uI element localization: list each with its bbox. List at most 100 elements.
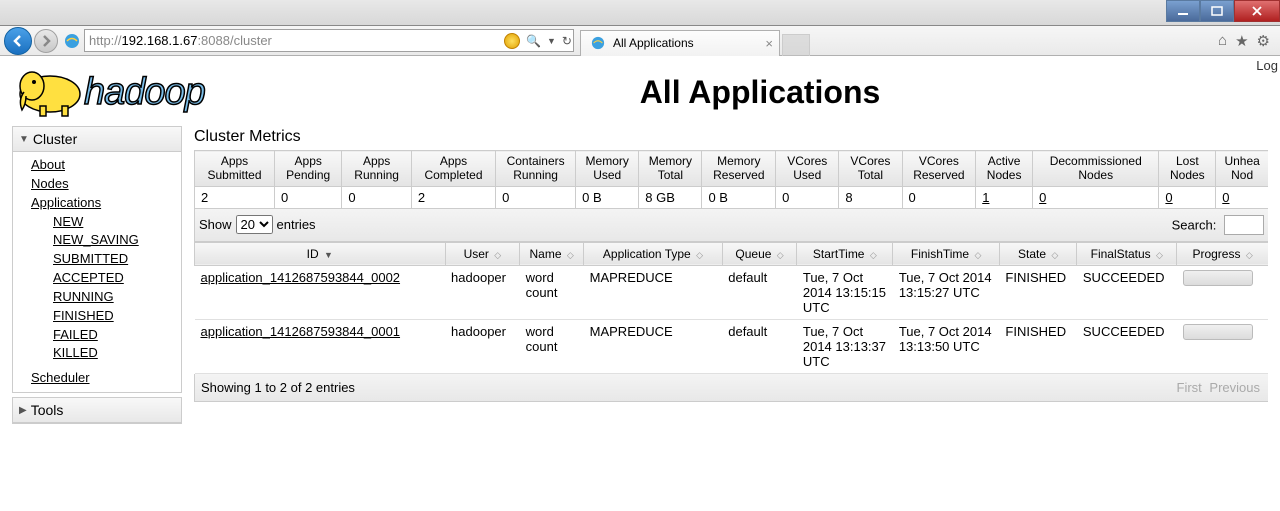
sidebar-link-state[interactable]: SUBMITTED: [53, 250, 181, 269]
app-finish: Tue, 7 Oct 2014 13:15:27 UTC: [893, 265, 1000, 319]
sidebar-link-state[interactable]: NEW_SAVING: [53, 231, 181, 250]
refresh-icon[interactable]: ↻: [562, 34, 572, 48]
sort-icon: ◇: [1051, 250, 1058, 260]
settings-icon[interactable]: ⚙: [1257, 32, 1270, 50]
sidebar-link-scheduler[interactable]: Scheduler: [31, 369, 181, 388]
app-state: FINISHED: [999, 265, 1076, 319]
apps-col-header[interactable]: StartTime ◇: [797, 242, 893, 265]
search-icon[interactable]: 🔍: [526, 34, 541, 48]
metrics-link[interactable]: 1: [982, 190, 989, 205]
sort-icon: ◇: [696, 250, 703, 260]
ie-icon: [591, 36, 605, 50]
apps-col-header[interactable]: Progress ◇: [1177, 242, 1268, 265]
metrics-value: 0: [1033, 186, 1159, 208]
pager-first[interactable]: First: [1177, 380, 1202, 395]
metrics-col-header: Decommissioned Nodes: [1033, 151, 1159, 187]
metrics-link[interactable]: 0: [1165, 190, 1172, 205]
favorites-icon[interactable]: ★: [1235, 32, 1248, 50]
metrics-col-header: Apps Running: [342, 151, 411, 187]
sort-desc-icon: ▼: [324, 250, 333, 260]
app-final: SUCCEEDED: [1077, 265, 1177, 319]
search-input[interactable]: [1224, 215, 1264, 235]
metrics-value: 8: [839, 186, 902, 208]
compat-icon[interactable]: [504, 33, 520, 49]
main-content: Cluster Metrics Apps SubmittedApps Pendi…: [194, 126, 1268, 402]
window-minimize-button[interactable]: [1166, 0, 1200, 22]
metrics-value: 0: [1159, 186, 1216, 208]
table-row: application_1412687593844_0001hadooperwo…: [195, 319, 1269, 373]
apps-col-header[interactable]: State ◇: [999, 242, 1076, 265]
metrics-col-header: Memory Reserved: [702, 151, 776, 187]
metrics-link[interactable]: 0: [1039, 190, 1046, 205]
progress-bar: [1183, 270, 1253, 286]
table-toolbar: Show 20 entries Search:: [194, 209, 1268, 242]
url-input[interactable]: http://192.168.1.67:8088/cluster: [84, 29, 574, 52]
apps-col-header[interactable]: User ◇: [445, 242, 520, 265]
app-id-link[interactable]: application_1412687593844_0002: [201, 270, 401, 285]
app-user: hadooper: [445, 265, 520, 319]
url-host: 192.168.1.67: [122, 33, 198, 48]
chevron-right-icon: ▶: [19, 405, 27, 416]
sidebar: ▼ Cluster About Nodes Applications NEW N…: [12, 126, 182, 428]
sidebar-head-label: Cluster: [33, 131, 77, 147]
metrics-value: 1: [976, 186, 1033, 208]
sidebar-head-tools[interactable]: ▶ Tools: [13, 398, 181, 423]
app-final: SUCCEEDED: [1077, 319, 1177, 373]
sidebar-link-about[interactable]: About: [31, 156, 181, 175]
app-queue: default: [722, 319, 797, 373]
metrics-col-header: Containers Running: [496, 151, 576, 187]
sort-icon: ◇: [777, 250, 784, 260]
app-state: FINISHED: [999, 319, 1076, 373]
sidebar-link-state[interactable]: KILLED: [53, 344, 181, 363]
sort-icon: ◇: [974, 250, 981, 260]
forward-button[interactable]: [34, 29, 58, 53]
sidebar-link-state[interactable]: ACCEPTED: [53, 269, 181, 288]
app-id-link[interactable]: application_1412687593844_0001: [201, 324, 401, 339]
app-start: Tue, 7 Oct 2014 13:13:37 UTC: [797, 319, 893, 373]
browser-tab-inactive[interactable]: [782, 34, 810, 56]
home-icon[interactable]: ⌂: [1218, 32, 1227, 50]
tab-strip: All Applications ×: [578, 26, 1218, 56]
show-label: Show: [199, 217, 232, 232]
metrics-table: Apps SubmittedApps PendingApps RunningAp…: [194, 150, 1268, 209]
sidebar-link-state[interactable]: FAILED: [53, 326, 181, 345]
elephant-icon: [12, 64, 88, 120]
pager-previous[interactable]: Previous: [1209, 380, 1260, 395]
sidebar-link-state[interactable]: FINISHED: [53, 307, 181, 326]
metrics-col-header: VCores Used: [776, 151, 839, 187]
apps-col-header[interactable]: FinishTime ◇: [893, 242, 1000, 265]
search-label: Search:: [1172, 217, 1217, 232]
back-button[interactable]: [4, 27, 32, 55]
login-link[interactable]: Log: [1256, 58, 1278, 73]
chevron-down-icon: ▼: [19, 134, 29, 145]
apps-col-header[interactable]: Name ◇: [520, 242, 584, 265]
metrics-col-header: Apps Completed: [411, 151, 495, 187]
metrics-link[interactable]: 0: [1222, 190, 1229, 205]
metrics-col-header: VCores Total: [839, 151, 902, 187]
sidebar-head-cluster[interactable]: ▼ Cluster: [13, 127, 181, 152]
apps-col-header[interactable]: FinalStatus ◇: [1077, 242, 1177, 265]
page-size-select[interactable]: 20: [236, 215, 273, 234]
window-maximize-button[interactable]: [1200, 0, 1234, 22]
sidebar-link-state[interactable]: RUNNING: [53, 288, 181, 307]
url-path: /cluster: [230, 33, 272, 48]
apps-col-header[interactable]: Queue ◇: [722, 242, 797, 265]
url-port: :8088: [197, 33, 230, 48]
sort-icon: ◇: [1156, 250, 1163, 260]
sidebar-link-nodes[interactable]: Nodes: [31, 175, 181, 194]
metrics-value: 0: [342, 186, 411, 208]
browser-tab-active[interactable]: All Applications ×: [580, 30, 780, 56]
window-close-button[interactable]: [1234, 0, 1280, 22]
metrics-value: 0: [776, 186, 839, 208]
sidebar-link-applications[interactable]: Applications: [31, 194, 181, 213]
apps-col-header[interactable]: Application Type ◇: [584, 242, 723, 265]
sidebar-link-state[interactable]: NEW: [53, 213, 181, 232]
dropdown-icon[interactable]: ▼: [547, 36, 556, 46]
ie-icon: [64, 33, 80, 49]
apps-col-header[interactable]: ID ▼: [195, 242, 446, 265]
tab-close-icon[interactable]: ×: [765, 36, 773, 51]
window-titlebar: [0, 0, 1280, 26]
metrics-heading: Cluster Metrics: [194, 128, 1268, 146]
hadoop-logo: hadoop: [12, 64, 312, 120]
metrics-value: 2: [195, 186, 275, 208]
